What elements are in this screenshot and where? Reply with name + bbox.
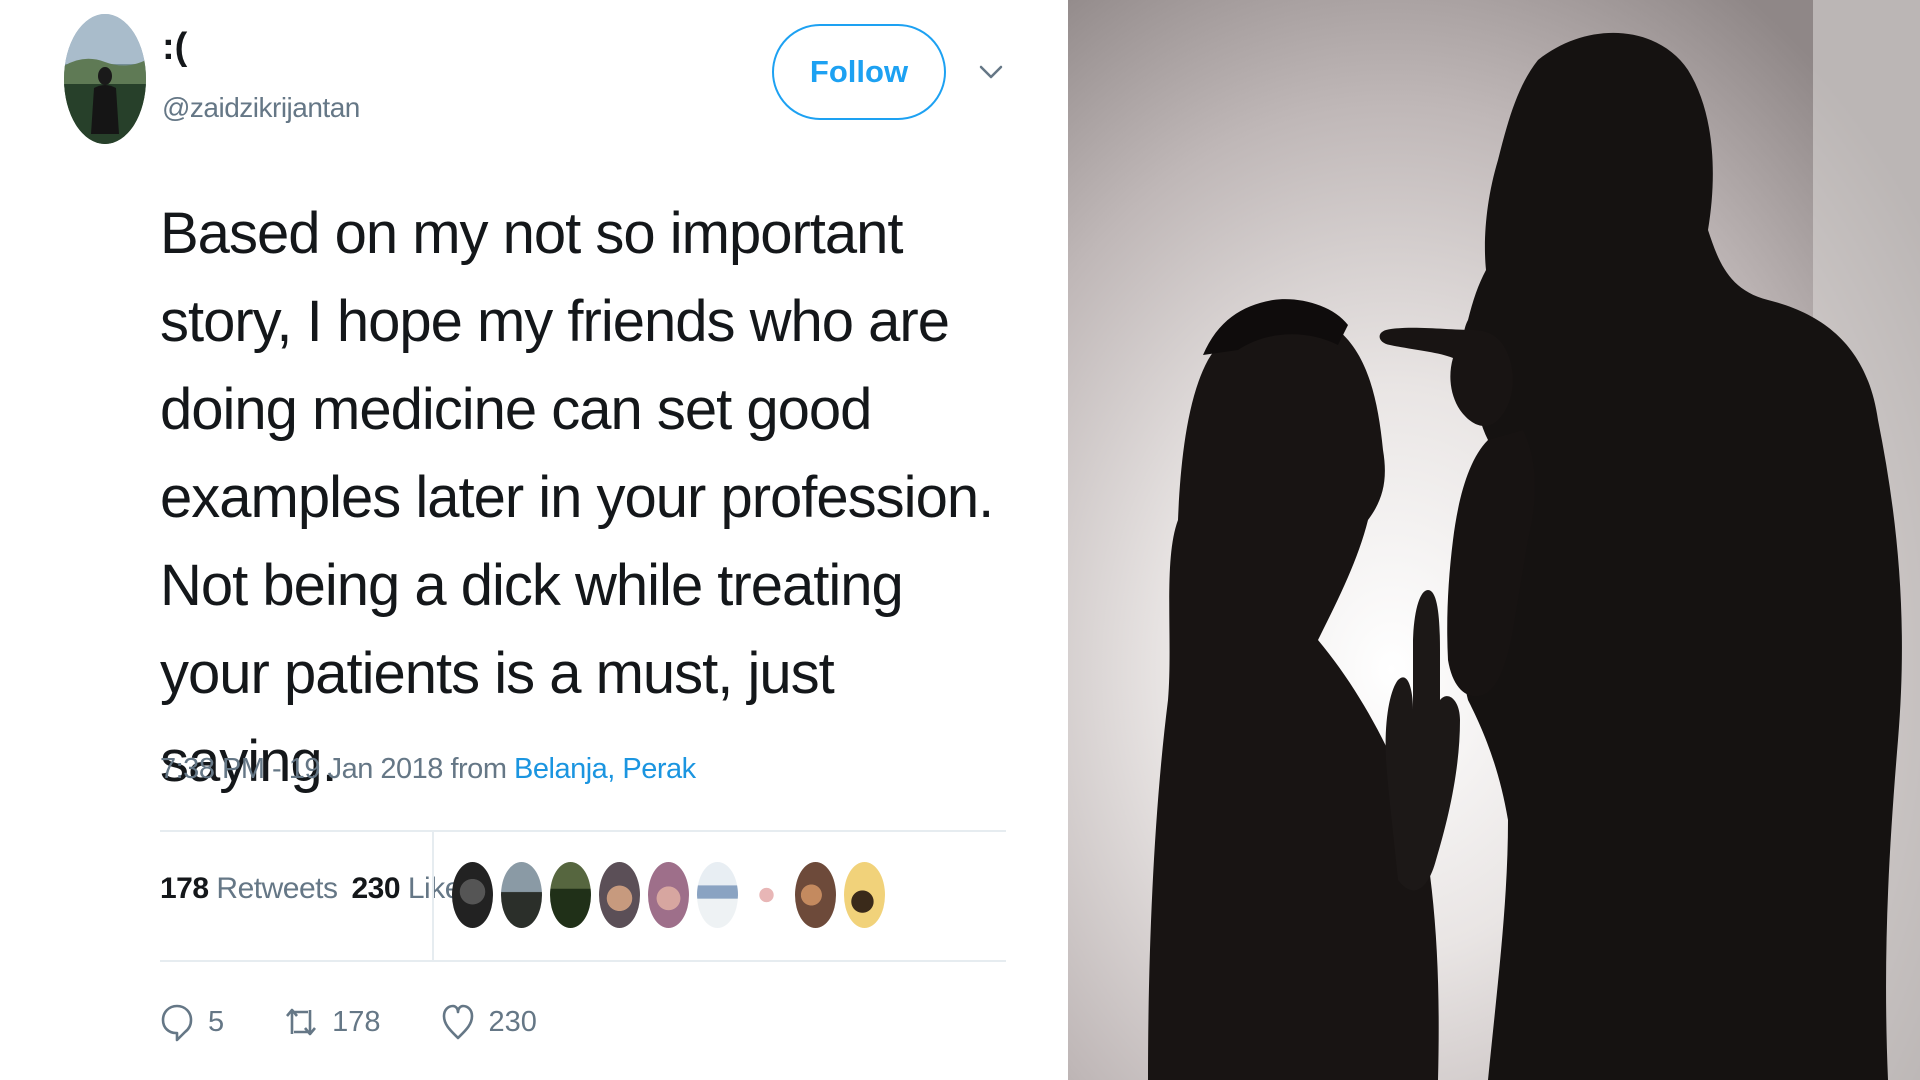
tweet-location-link[interactable]: Belanja, Perak <box>514 753 696 785</box>
chevron-down-icon[interactable] <box>978 62 1004 82</box>
screenshot-canvas: :( @zaidzikrijantan Follow Based on my n… <box>0 0 1920 1080</box>
retweets-stat[interactable]: 178 Retweets <box>160 872 338 905</box>
tweet-meta: 7:38 PM - 19 Jan 2018 from Belanja, Pera… <box>160 753 696 786</box>
retweet-icon <box>284 1000 318 1044</box>
liker-avatar[interactable] <box>795 862 836 928</box>
liker-avatar[interactable] <box>697 862 738 928</box>
heart-icon <box>441 1000 475 1044</box>
tweet-timestamp[interactable]: 7:38 PM - 19 Jan 2018 from <box>160 753 507 785</box>
display-name[interactable]: :( <box>162 28 187 66</box>
retweet-count: 178 <box>332 1005 381 1038</box>
engagement-stats: 178 Retweets 230 Likes <box>160 872 476 906</box>
liker-avatars <box>452 862 885 928</box>
user-handle[interactable]: @zaidzikrijantan <box>162 92 360 124</box>
tweet-card: :( @zaidzikrijantan Follow Based on my n… <box>0 0 1060 1080</box>
liker-avatar[interactable] <box>501 862 542 928</box>
retweets-count: 178 <box>160 872 209 905</box>
reply-button[interactable]: 5 <box>160 1000 224 1044</box>
divider <box>160 960 1006 962</box>
retweets-label: Retweets <box>216 872 338 905</box>
avatar[interactable] <box>64 14 146 144</box>
retweet-button[interactable]: 178 <box>284 1000 381 1044</box>
liker-avatar[interactable] <box>844 862 885 928</box>
liker-avatar[interactable] <box>746 862 787 928</box>
photo-two-silhouettes <box>1068 0 1920 1080</box>
reply-icon <box>160 1000 194 1044</box>
like-button[interactable]: 230 <box>441 1000 537 1044</box>
liker-avatar[interactable] <box>599 862 640 928</box>
liker-avatar[interactable] <box>550 862 591 928</box>
likes-count: 230 <box>351 872 401 905</box>
tweet-text: Based on my not so important story, I ho… <box>160 201 994 794</box>
follow-button[interactable]: Follow <box>772 24 946 120</box>
tweet-actions: 5 178 230 <box>160 1000 597 1044</box>
liker-avatar[interactable] <box>648 862 689 928</box>
stats-separator <box>432 832 434 962</box>
liker-avatar[interactable] <box>452 862 493 928</box>
divider <box>160 830 1006 832</box>
like-count: 230 <box>488 1005 537 1038</box>
reply-count: 5 <box>208 1005 225 1038</box>
